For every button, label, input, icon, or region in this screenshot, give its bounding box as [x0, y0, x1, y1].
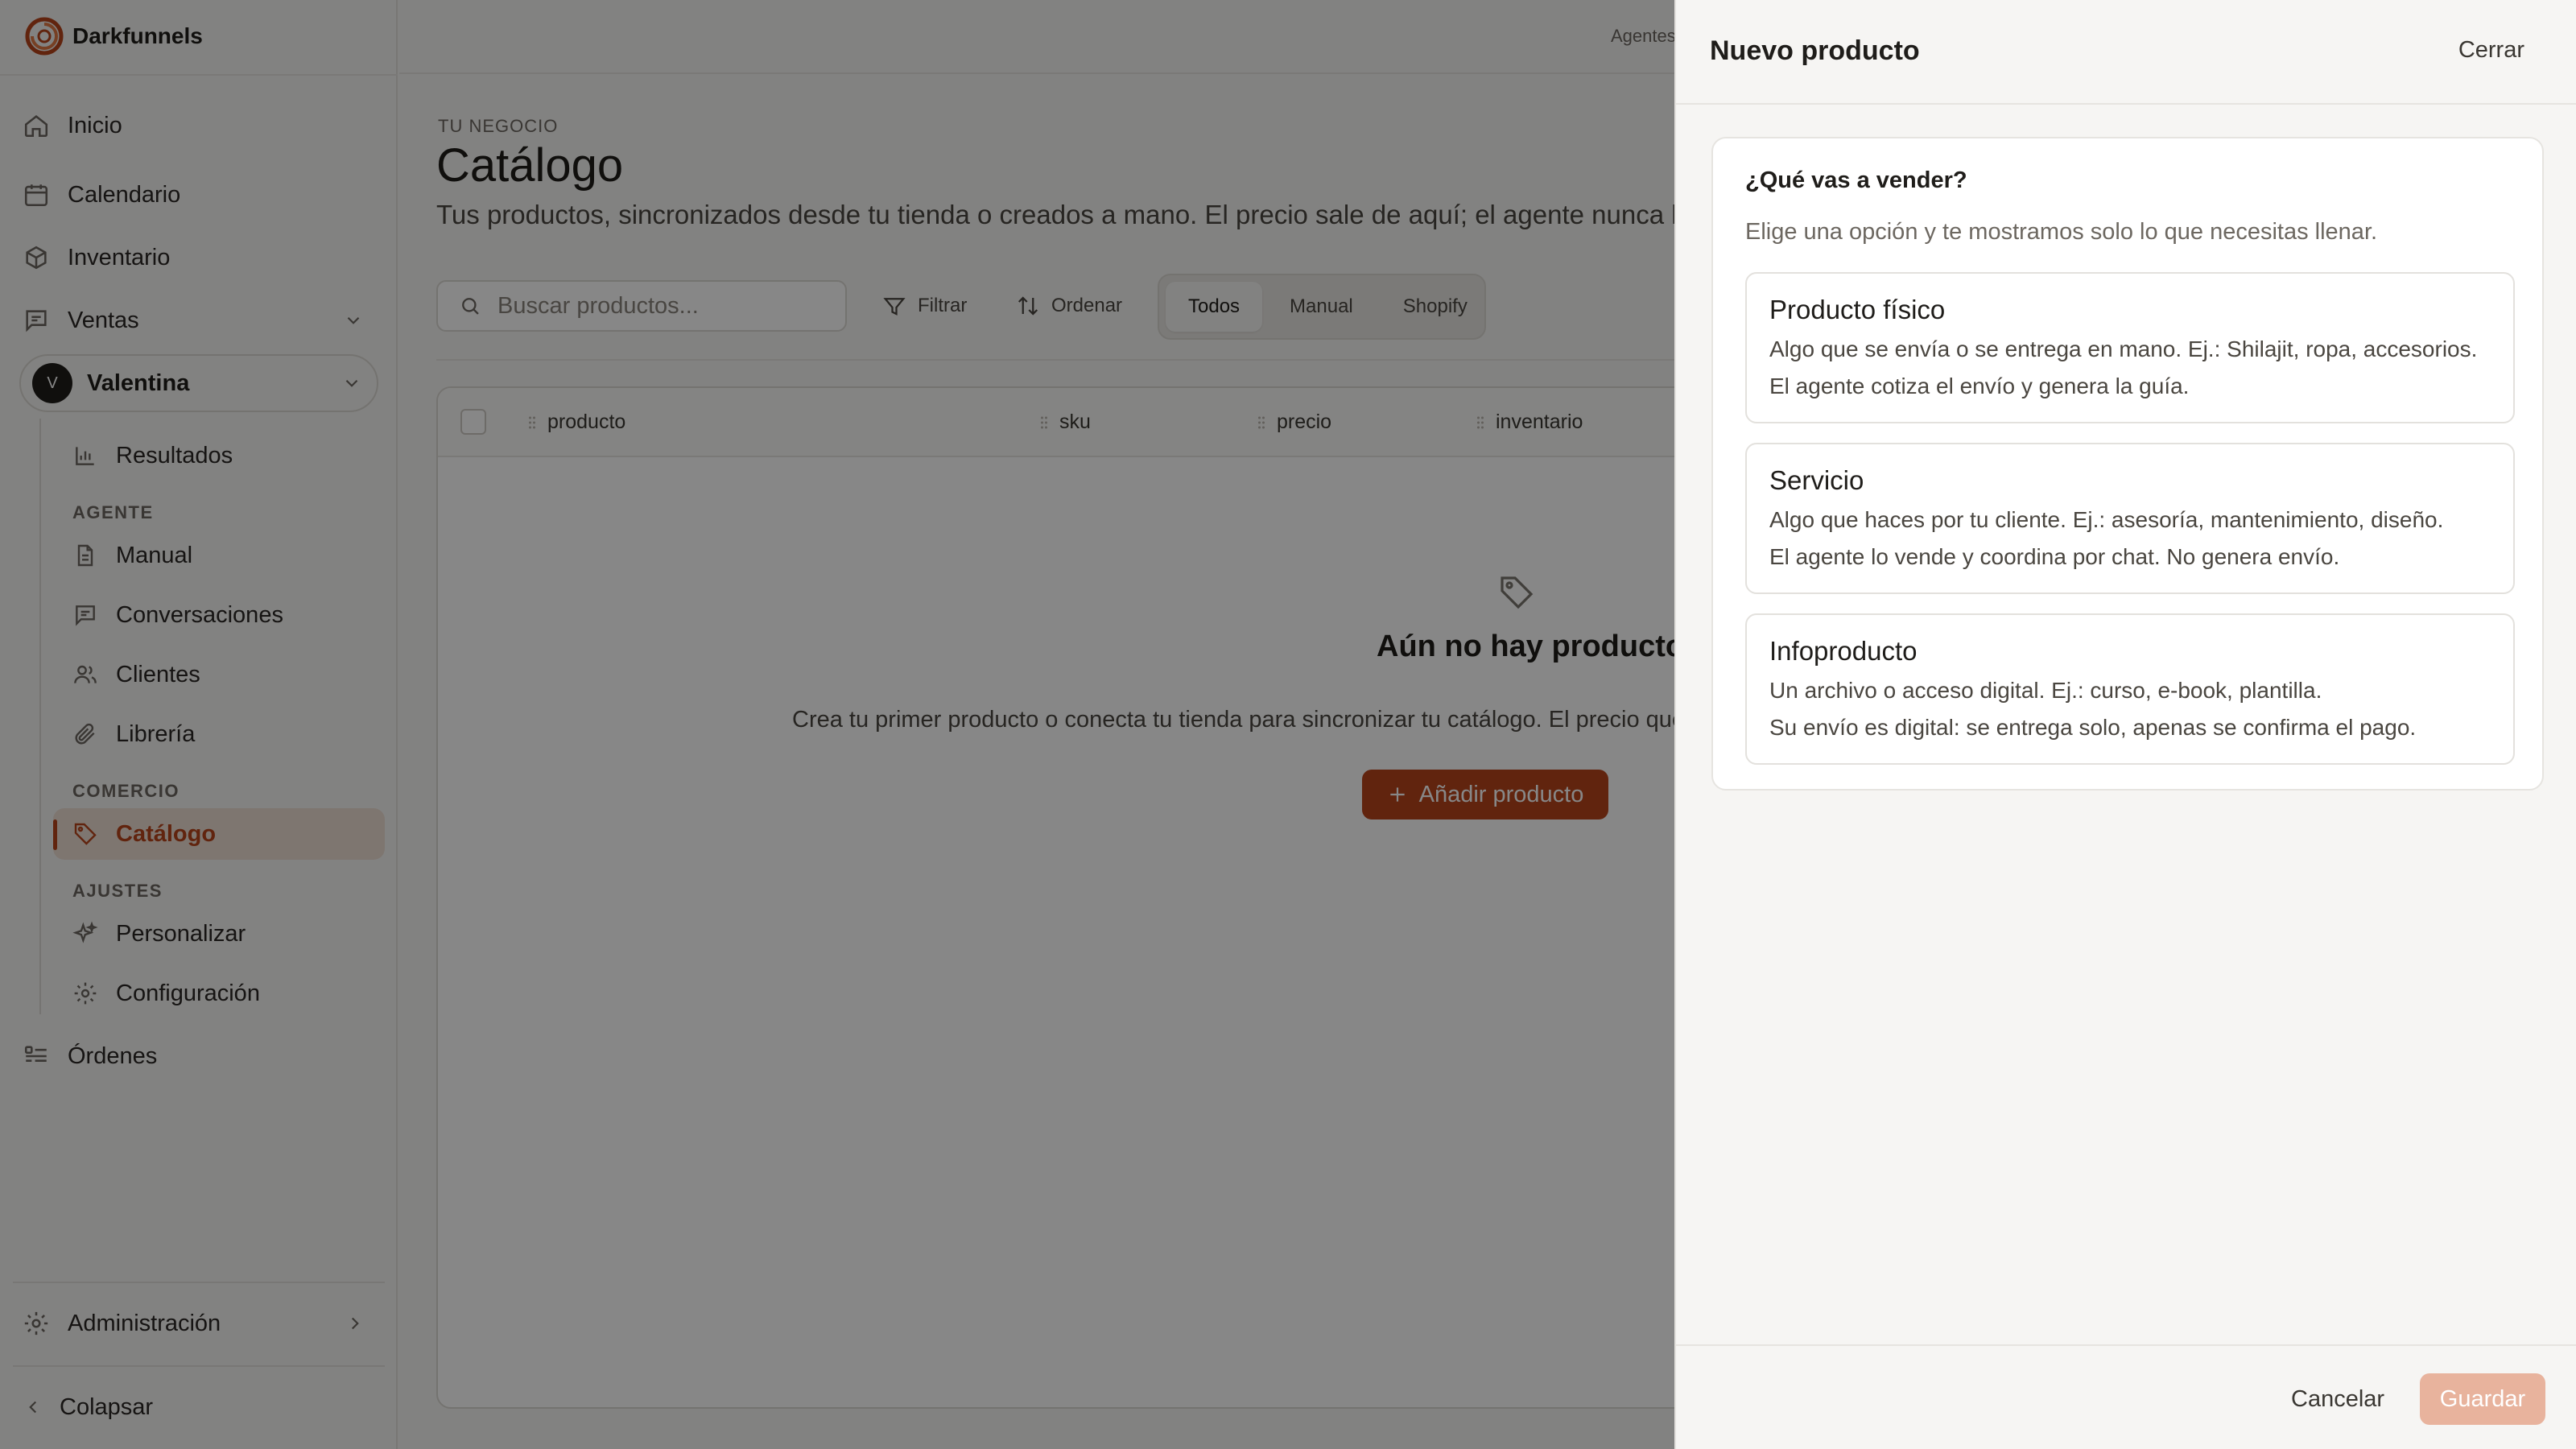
- option-description: El agente lo vende y coordina por chat. …: [1769, 544, 2340, 569]
- option-description: Su envío es digital: se entrega solo, ap…: [1769, 715, 2417, 740]
- drawer-title: Nuevo producto: [1710, 35, 1920, 66]
- question-subtitle: Elige una opción y te mostramos solo lo …: [1745, 219, 2378, 245]
- drawer-footer: Cancelar Guardar: [1676, 1344, 2576, 1449]
- modal-backdrop[interactable]: [0, 0, 1674, 1449]
- option-servicio[interactable]: Servicio Algo que haces por tu cliente. …: [1745, 443, 2515, 594]
- drawer-header: Nuevo producto Cerrar: [1676, 0, 2576, 105]
- cancel-button[interactable]: Cancelar: [2272, 1373, 2404, 1425]
- option-title: Servicio: [1769, 465, 1864, 495]
- option-description: Un archivo o acceso digital. Ej.: curso,…: [1769, 678, 2322, 703]
- product-type-card: ¿Qué vas a vender? Elige una opción y te…: [1711, 137, 2544, 791]
- option-description: El agente cotiza el envío y genera la gu…: [1769, 374, 2190, 398]
- option-description: Algo que se envía o se entrega en mano. …: [1769, 336, 2478, 361]
- option-description: Algo que haces por tu cliente. Ej.: ases…: [1769, 507, 2444, 532]
- new-product-drawer: Nuevo producto Cerrar ¿Qué vas a vender?…: [1674, 0, 2576, 1449]
- option-infoproducto[interactable]: Infoproducto Un archivo o acceso digital…: [1745, 613, 2515, 765]
- option-producto-fisico[interactable]: Producto físico Algo que se envía o se e…: [1745, 272, 2515, 423]
- question-title: ¿Qué vas a vender?: [1745, 167, 1967, 193]
- option-title: Infoproducto: [1769, 636, 1918, 666]
- close-button[interactable]: Cerrar: [2458, 37, 2524, 64]
- option-title: Producto físico: [1769, 295, 1946, 324]
- save-button[interactable]: Guardar: [2420, 1373, 2545, 1425]
